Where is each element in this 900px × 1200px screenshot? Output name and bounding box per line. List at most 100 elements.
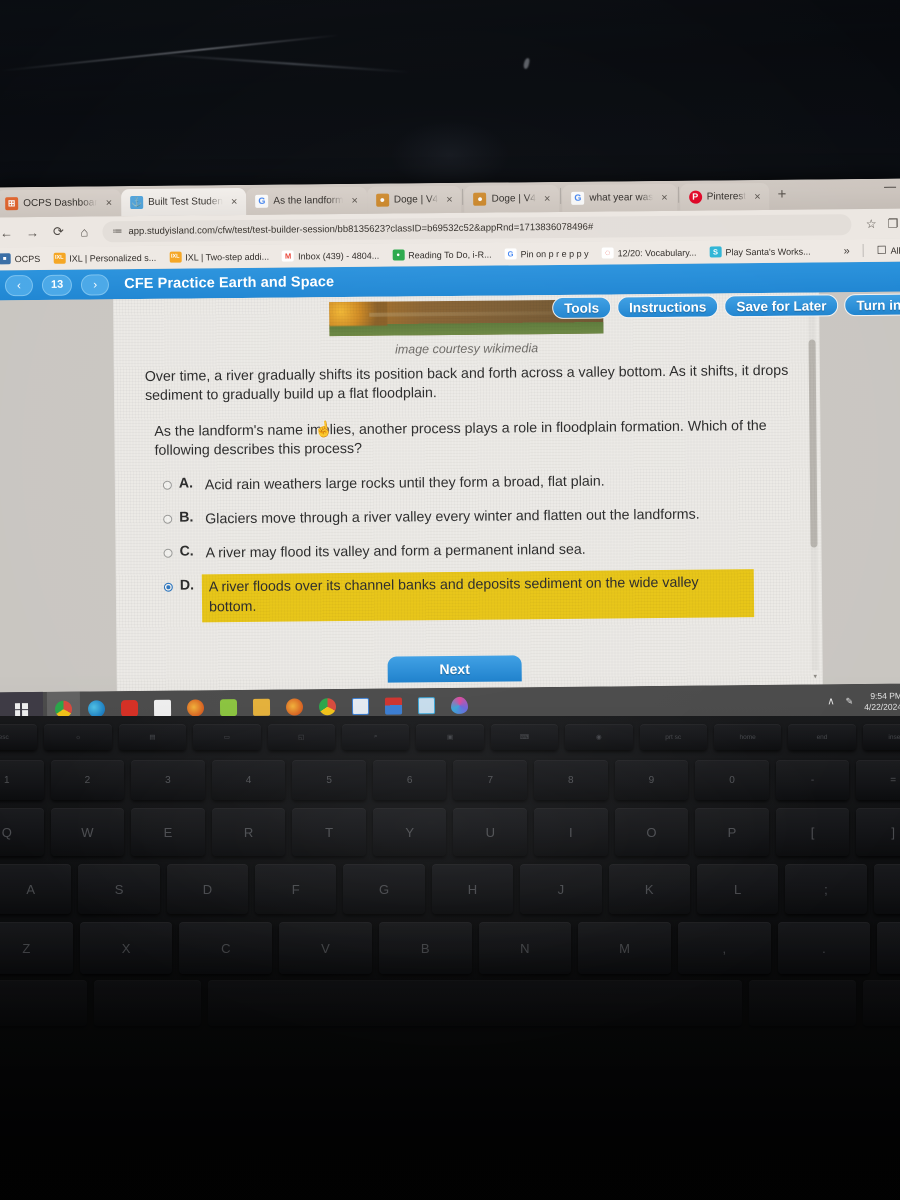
close-icon[interactable]: × [103, 197, 116, 209]
radio-button-a[interactable] [162, 480, 172, 490]
radio-button-b[interactable] [163, 514, 173, 524]
key: H [431, 864, 514, 914]
key: D [166, 864, 249, 914]
previous-question-button[interactable]: ‹ [4, 274, 34, 296]
tools-button[interactable]: Tools [552, 296, 612, 320]
tab-title: Doge | V4 [393, 194, 439, 206]
key: G [343, 864, 425, 914]
site-settings-icon[interactable]: ≔ [112, 226, 121, 237]
all-bookmarks-button[interactable]: ☐ All [877, 244, 900, 257]
tab-separator [677, 186, 679, 203]
key: ] [856, 808, 900, 856]
keyboard-row-bottom: Z X C V B N M , . / [0, 922, 900, 974]
pen-icon[interactable]: ✎ [846, 696, 854, 707]
bookmark-star-icon[interactable]: ☆ [866, 217, 877, 231]
instructions-button[interactable]: Instructions [617, 295, 719, 319]
browser-tab-0[interactable]: ⊞ OCPS Dashboar × [0, 189, 122, 218]
key: insert [862, 724, 900, 750]
browser-tab-1[interactable]: ⚓ Built Test Studen × [120, 187, 247, 217]
google-icon: G [255, 194, 269, 208]
key: 5 [292, 760, 366, 800]
keyboard-row-function: esc ☼ ▤ ▭ ◱ ⌕ ▣ ⌨ ◉ prt sc home end inse… [0, 724, 900, 750]
photo-of-laptop-screen: ⊞ OCPS Dashboar × ⚓ Built Test Studen × … [0, 0, 900, 1200]
key: Y [372, 808, 447, 856]
image-credit: image courtesy wikimedia [394, 341, 539, 357]
ocps-bookmark-icon: ■ [0, 253, 11, 265]
key [863, 980, 900, 1026]
bookmark-item[interactable]: M Inbox (439) - 4804... [282, 250, 379, 262]
tab-title: Doge | V4 [491, 193, 536, 205]
key: ' [873, 864, 900, 914]
bookmark-item[interactable]: ● Reading To Do, i-R... [392, 249, 492, 261]
spacebar-key [207, 980, 743, 1026]
key: ▣ [416, 724, 484, 750]
key: = [856, 760, 900, 800]
browser-tab-5[interactable]: G what year was × [562, 183, 677, 212]
minimize-window-button[interactable] [884, 186, 897, 188]
bookmark-item[interactable]: IXL IXL | Personalized s... [53, 252, 156, 264]
answer-choice-a[interactable]: A. Acid rain weathers large rocks until … [162, 470, 795, 496]
close-icon[interactable]: × [541, 193, 554, 205]
keyboard-row-qwerty: Q W E R T Y U I O P [ ] [0, 808, 900, 856]
browser-tab-2[interactable]: G As the landform × [246, 186, 368, 215]
bookmarks-overflow-icon[interactable]: » [844, 245, 850, 257]
vocabulary-icon: ◌ [601, 247, 614, 259]
clock[interactable]: 9:54 PM 4/22/2024 [864, 690, 900, 712]
bookmark-label: Pin on p r e p p y [520, 248, 589, 259]
doge-icon: ● [375, 193, 389, 207]
bookmark-item[interactable]: ◌ 12/20: Vocabulary... [601, 247, 697, 259]
close-icon[interactable]: × [228, 196, 241, 208]
key: home [713, 724, 782, 750]
home-icon[interactable]: ⌂ [76, 224, 92, 239]
turn-in-button[interactable]: Turn in [844, 293, 900, 317]
key: A [0, 864, 72, 914]
save-for-later-button[interactable]: Save for Later [724, 294, 839, 318]
doge-icon: ● [473, 192, 487, 206]
bookmark-item[interactable]: G Pin on p r e p p y [504, 248, 589, 260]
key: C [179, 922, 273, 974]
key: F [255, 864, 337, 914]
answer-choice-c[interactable]: C. A river may flood its valley and form… [163, 538, 795, 564]
reload-icon[interactable]: ⟳ [50, 224, 66, 240]
study-island-icon: ⚓ [130, 195, 144, 210]
key: X [79, 922, 173, 974]
browser-tab-6[interactable]: P Pinterest × [679, 182, 770, 211]
close-icon[interactable]: × [348, 194, 361, 206]
browser-tab-3[interactable]: ● Doge | V4 × [366, 185, 462, 214]
chevron-up-icon[interactable]: ∧ [827, 696, 834, 707]
screen-haze [390, 120, 510, 190]
bookmark-item[interactable]: ■ OCPS [0, 253, 41, 265]
close-icon[interactable]: × [443, 193, 456, 205]
browser-tab-4[interactable]: ● Doge | V4 × [464, 184, 560, 213]
tab-title: As the landform [273, 195, 344, 207]
key [0, 980, 87, 1026]
key: 3 [131, 760, 205, 800]
key: J [520, 864, 602, 914]
answer-choice-b[interactable]: B. Glaciers move through a river valley … [163, 504, 795, 530]
new-tab-button[interactable]: + [769, 185, 794, 204]
bookmark-item[interactable]: IXL IXL | Two-step addi... [169, 251, 269, 263]
key: U [453, 808, 528, 856]
radio-button-d[interactable] [163, 582, 173, 592]
choice-letter: C. [179, 543, 194, 560]
bookmark-item[interactable]: S Play Santa's Works... [709, 246, 811, 258]
side-panel-icon[interactable]: ❐ [888, 217, 899, 231]
question-number-badge[interactable]: 13 [41, 274, 73, 296]
forward-icon[interactable]: → [24, 224, 40, 239]
radio-button-c[interactable] [163, 548, 173, 558]
next-question-button[interactable]: › [81, 273, 110, 296]
bookmark-label: OCPS [14, 253, 41, 264]
tab-title: Built Test Studen [148, 196, 224, 208]
answer-choice-d[interactable]: D. A river floods over its channel banks… [163, 569, 796, 623]
key: O [614, 808, 689, 856]
light-glint [0, 34, 340, 72]
tab-title: Pinterest [706, 191, 747, 203]
key: T [292, 808, 366, 856]
close-icon[interactable]: × [751, 190, 764, 203]
back-icon[interactable]: ← [0, 225, 15, 240]
next-button[interactable]: Next [387, 655, 522, 683]
answer-choices: A. Acid rain weathers large rocks until … [141, 470, 796, 623]
address-bar[interactable]: ≔ app.studyisland.com/cfw/test/test-buil… [102, 213, 852, 242]
close-icon[interactable]: × [658, 191, 671, 203]
reading-icon: ● [392, 249, 405, 261]
